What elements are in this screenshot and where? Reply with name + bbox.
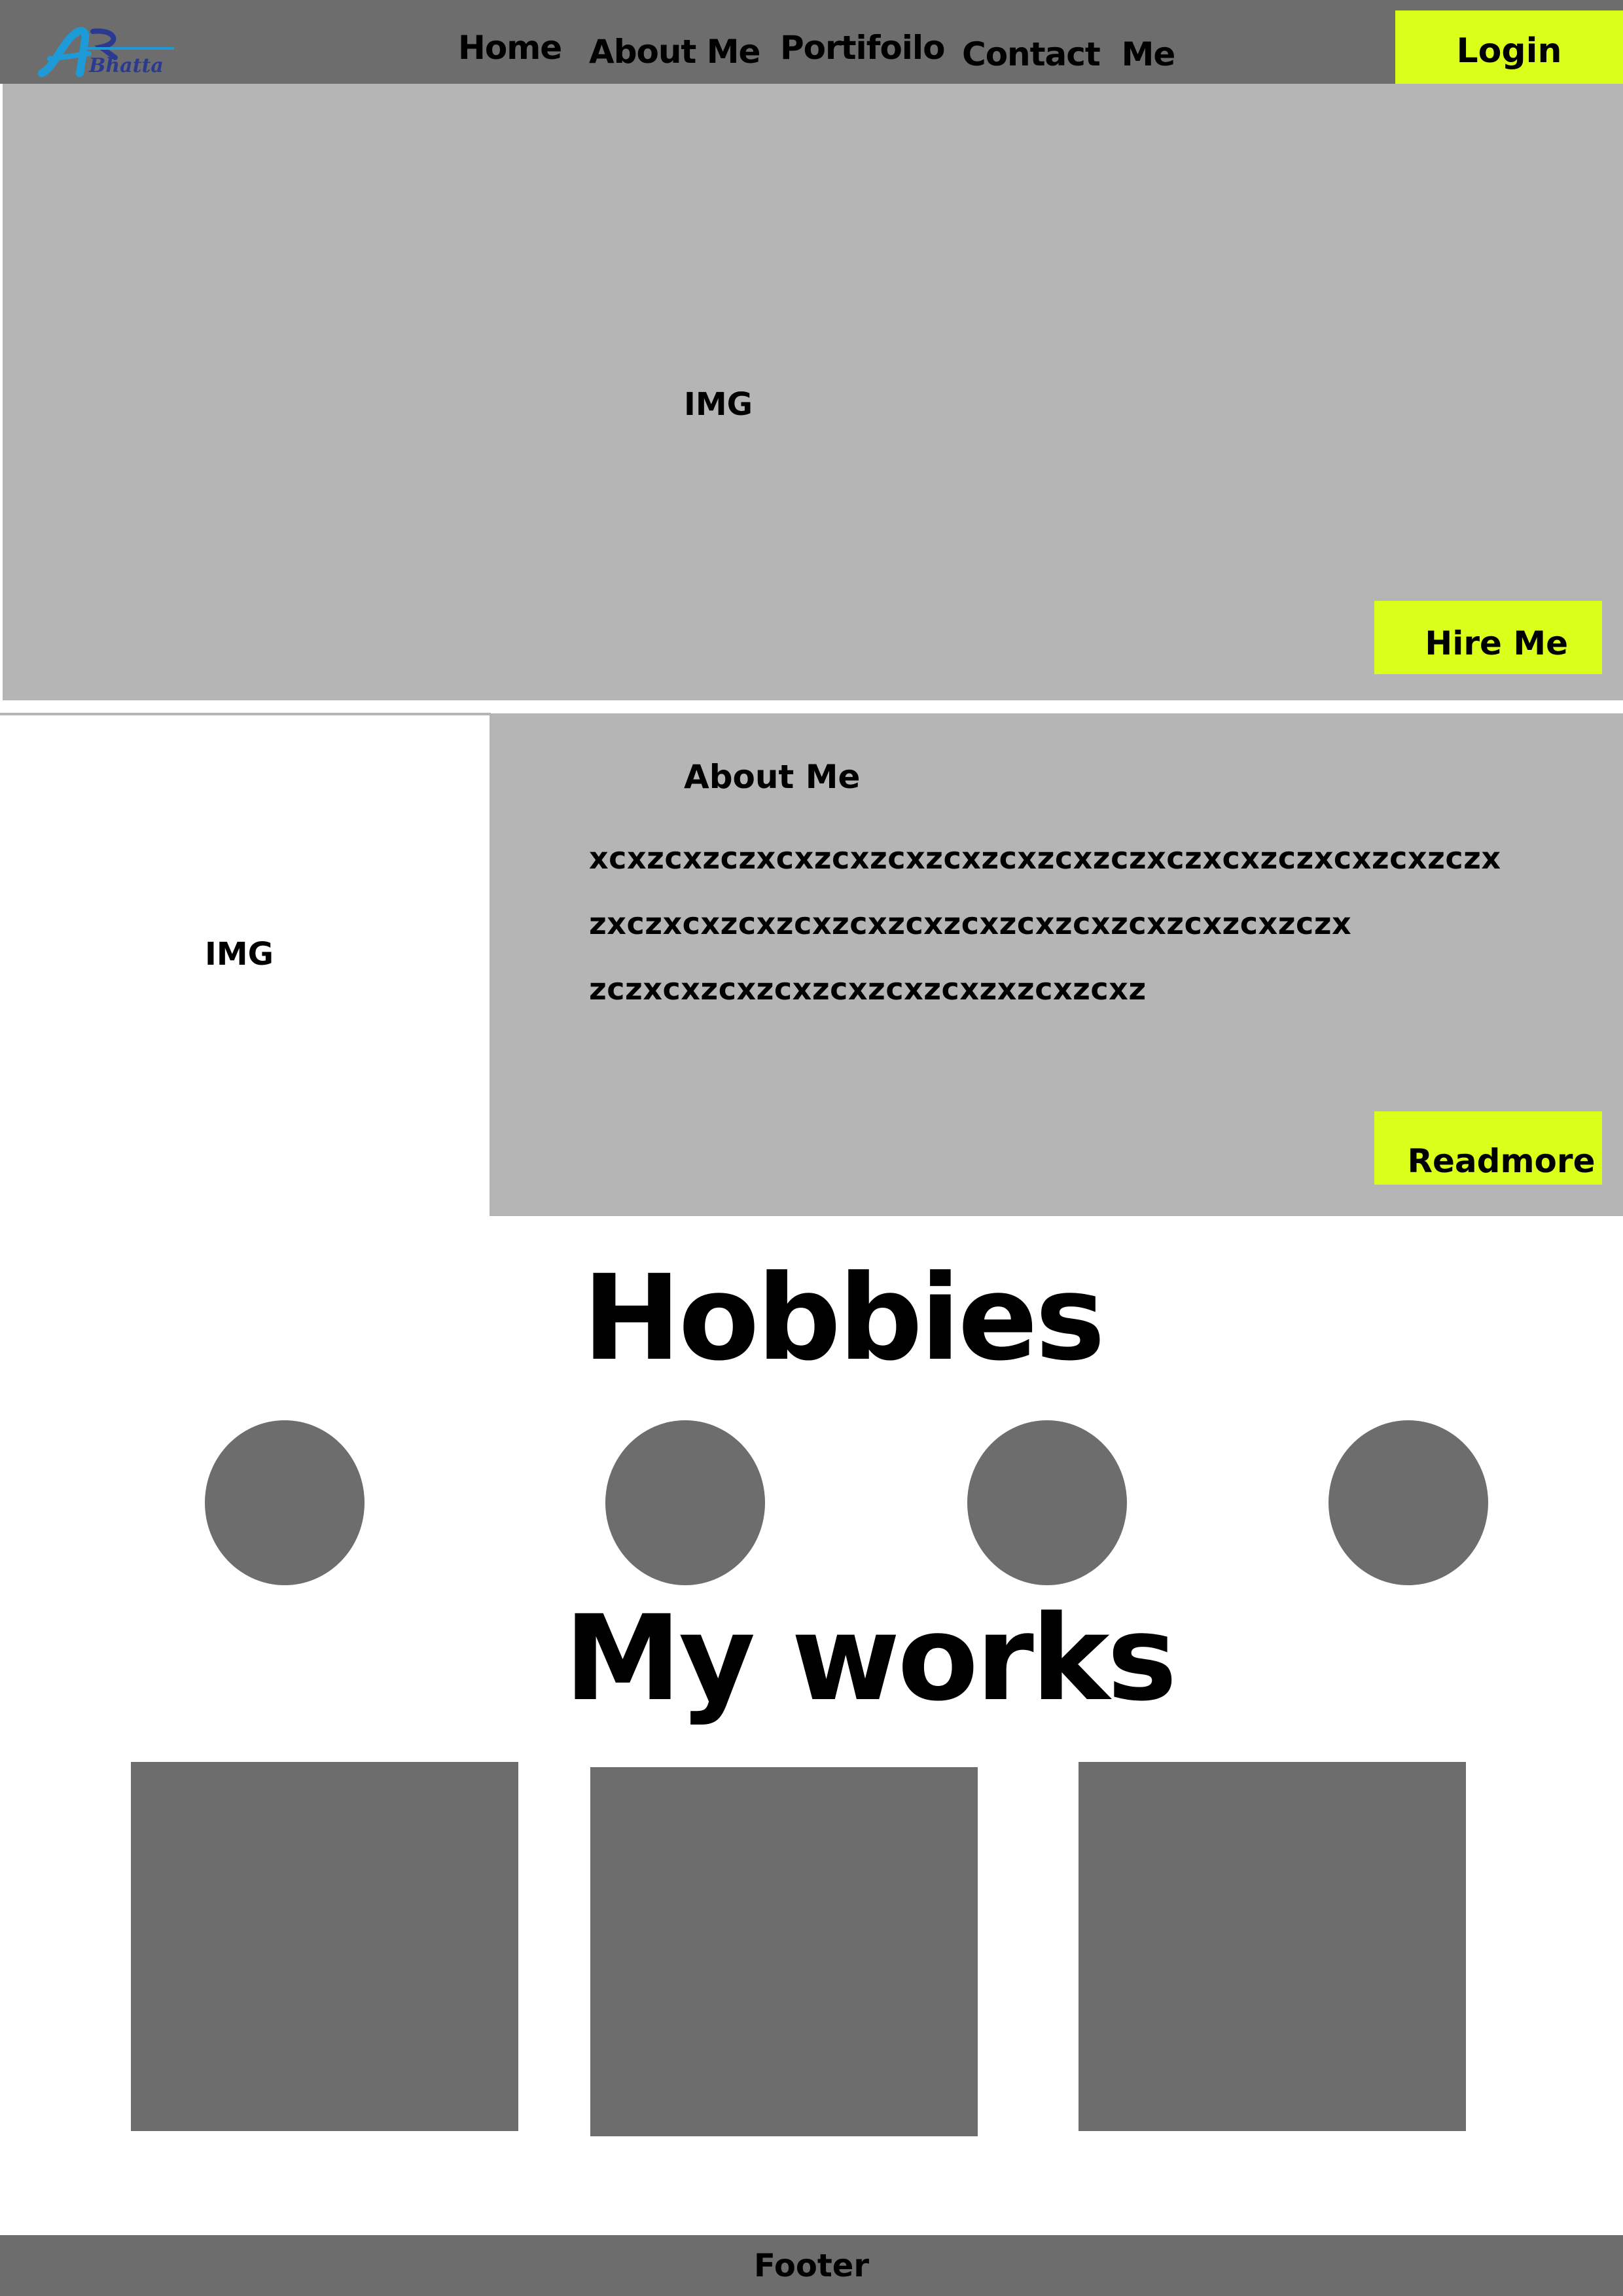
readmore-button[interactable]: Readmore [1374,1111,1602,1185]
hobbies-title: Hobbies [582,1250,1105,1387]
hero-image-label: IMG [684,386,753,423]
hobby-item[interactable] [205,1420,365,1585]
about-text-line-2: zxczxcxzcxzcxzcxzcxzcxzcxzcxzcxzcxzcxzcz… [589,906,1352,941]
section-divider [0,713,491,715]
hobby-item[interactable] [605,1420,765,1585]
hire-me-button[interactable]: Hire Me [1374,601,1602,674]
about-text-line-1: xcxzcxzczxcxzcxzcxzcxzcxzcxzczxczxcxzczx… [589,840,1501,876]
work-card[interactable] [590,1767,978,2136]
logo-mark-icon: Bhatta [38,27,174,77]
brand-logo[interactable]: Bhatta [37,26,181,79]
works-title: My works [564,1590,1177,1727]
about-image-label: IMG [205,936,274,973]
work-card[interactable] [131,1762,518,2131]
nav-link-portfolio[interactable]: Portifoilo [780,29,945,67]
work-card[interactable] [1079,1762,1466,2131]
hobby-item[interactable] [967,1420,1127,1585]
login-button[interactable]: Login [1395,10,1623,84]
nav-link-contact-me[interactable]: Contact Me [962,35,1175,73]
about-text-line-3: zczxcxzcxzcxzcxzcxzcxzxzcxzcxz [589,971,1147,1007]
footer: Footer [0,2235,1623,2296]
hobby-item[interactable] [1329,1420,1488,1585]
nav-link-home[interactable]: Home [458,29,562,67]
svg-text:Bhatta: Bhatta [88,54,164,77]
nav-link-about-me[interactable]: About Me [589,33,760,71]
about-title: About Me [684,758,861,796]
